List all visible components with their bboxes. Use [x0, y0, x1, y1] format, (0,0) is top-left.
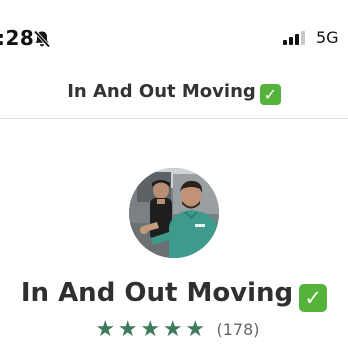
phone-screen: :28 5G In And Out Moving ✓ In And Out Mo…	[0, 0, 348, 348]
status-bar: :28 5G	[0, 0, 348, 56]
cellular-signal-icon	[283, 30, 309, 46]
review-count[interactable]: (178)	[217, 318, 260, 342]
avatar[interactable]	[129, 168, 219, 258]
verified-check-icon: ✓	[259, 84, 281, 105]
verified-check-icon: ✓	[299, 284, 328, 312]
star-icon: ★	[185, 317, 206, 342]
star-icon: ★	[140, 317, 161, 342]
star-icon: ★	[162, 317, 183, 342]
nav-header: In And Out Moving ✓	[0, 64, 348, 119]
star-icon: ★	[117, 317, 138, 342]
business-name: In And Out Moving ✓	[0, 276, 348, 312]
business-name-text: In And Out Moving	[20, 278, 294, 308]
rating[interactable]: ★ ★ ★ ★ ★ (178)	[94, 317, 260, 342]
header-title-text: In And Out Moving	[67, 81, 256, 102]
network-type: 5G	[316, 28, 339, 47]
status-time: :28	[0, 26, 35, 50]
header-title: In And Out Moving ✓	[0, 81, 348, 105]
star-icon: ★	[95, 317, 116, 342]
bell-slash-icon	[32, 29, 52, 49]
